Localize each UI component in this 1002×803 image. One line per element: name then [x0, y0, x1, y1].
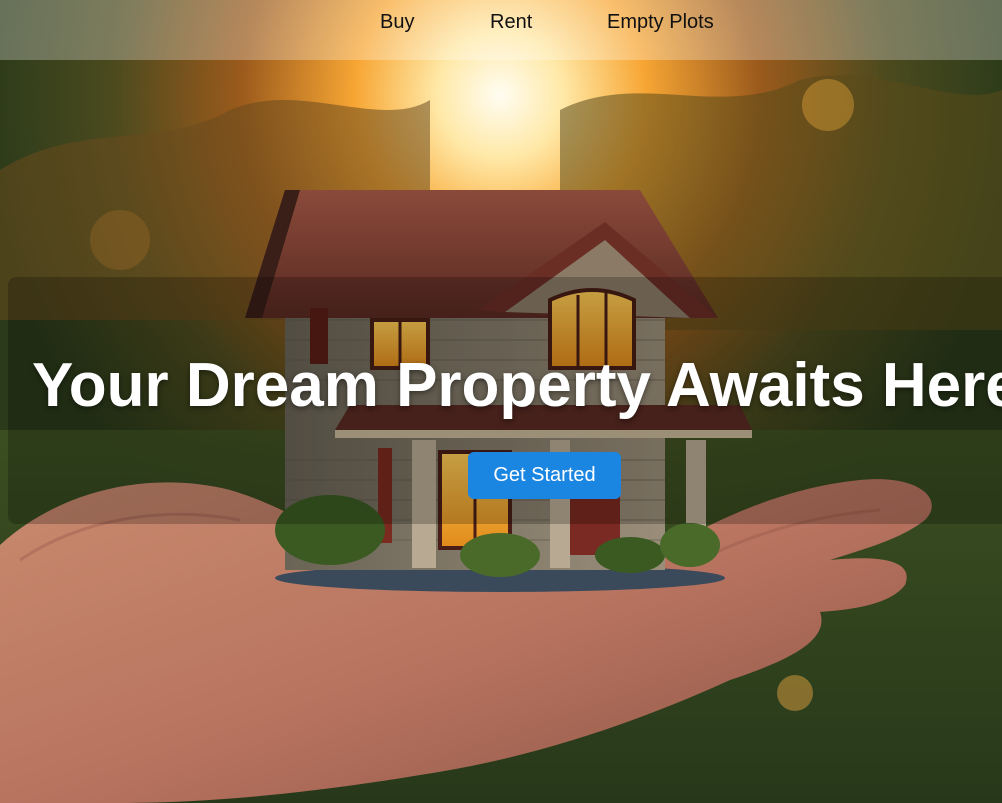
- get-started-button[interactable]: Get Started: [468, 452, 621, 499]
- hero-title: Your Dream Property Awaits Here.: [32, 351, 1002, 420]
- nav-link-buy[interactable]: Buy: [380, 11, 414, 34]
- nav-link-empty-plots[interactable]: Empty Plots: [607, 11, 714, 34]
- top-navbar: Buy Rent Empty Plots: [0, 0, 1002, 60]
- nav-link-rent[interactable]: Rent: [490, 11, 532, 34]
- page: Buy Rent Empty Plots Your Dream Property…: [0, 0, 1002, 803]
